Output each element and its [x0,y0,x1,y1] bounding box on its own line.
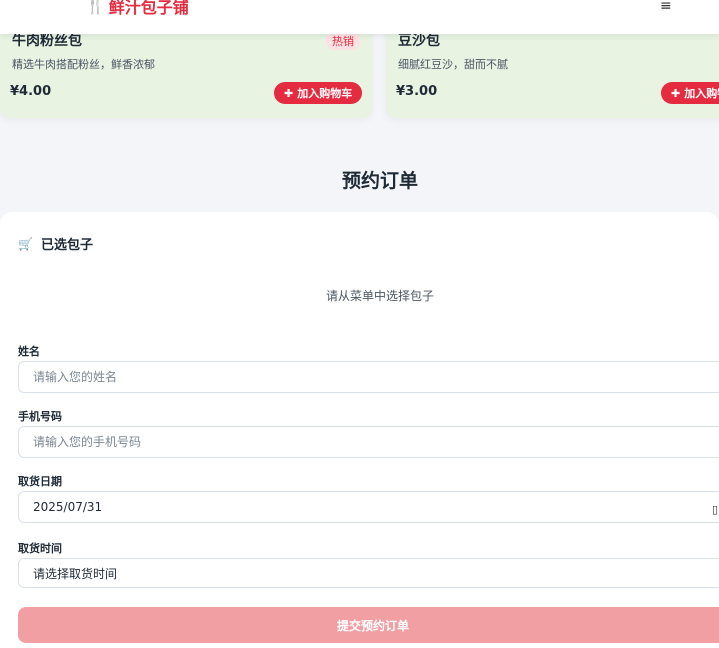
hamburger-menu-icon[interactable]: ≡ [660,0,672,13]
pickup-date-value: 2025/07/31 [33,500,103,514]
phone-label: 手机号码 [18,410,62,423]
time-label: 取货时间 [18,542,62,555]
plus-icon: ✚ [671,86,681,100]
product-description: 精选牛肉搭配粉丝，鲜香浓郁 [12,58,155,71]
top-navbar: 🍴 鲜汁包子铺 ≡ [0,0,719,34]
product-price: ¥3.00 [396,84,438,99]
name-input[interactable] [18,361,719,393]
product-price: ¥4.00 [10,84,52,99]
submit-order-button[interactable]: 提交预约订单 [18,607,719,643]
pickup-time-select[interactable]: 请选择取货时间 [18,558,719,588]
calendar-icon[interactable]: ▯ [712,503,718,516]
pickup-time-value: 请选择取货时间 [33,566,118,581]
add-to-cart-button[interactable]: ✚ 加入购物车 [661,82,719,104]
product-card: 牛肉粉丝包 热销 精选牛肉搭配粉丝，鲜香浓郁 ¥4.00 ✚ 加入购物车 [0,22,372,118]
brand-logo[interactable]: 🍴 鲜汁包子铺 [86,0,189,18]
add-to-cart-label: 加入购物车 [684,87,719,100]
add-to-cart-button[interactable]: ✚ 加入购物车 [274,82,363,104]
product-card: 豆沙包 细腻红豆沙，甜而不腻 ¥3.00 ✚ 加入购物车 [386,22,719,118]
order-form: 🛒 已选包子 请从菜单中选择包子 姓名 手机号码 取货日期 2025/07/31… [0,212,719,648]
section-title: 预约订单 [341,170,418,192]
product-description: 细腻红豆沙，甜而不腻 [398,58,508,71]
date-label: 取货日期 [18,475,62,488]
submit-order-label: 提交预约订单 [336,618,409,633]
empty-cart-message: 请从菜单中选择包子 [325,289,434,303]
pickup-date-input[interactable]: 2025/07/31 [18,491,719,523]
cart-icon: 🛒 [18,236,33,251]
phone-input[interactable] [18,426,719,458]
brand-name: 鲜汁包子铺 [108,0,189,17]
hot-badge: 热销 [326,32,360,50]
utensils-icon: 🍴 [86,0,105,15]
selected-items-header: 🛒 已选包子 [18,234,93,254]
selected-items-title: 已选包子 [40,238,93,253]
plus-icon: ✚ [284,86,294,100]
name-label: 姓名 [18,345,40,358]
add-to-cart-label: 加入购物车 [297,87,353,100]
